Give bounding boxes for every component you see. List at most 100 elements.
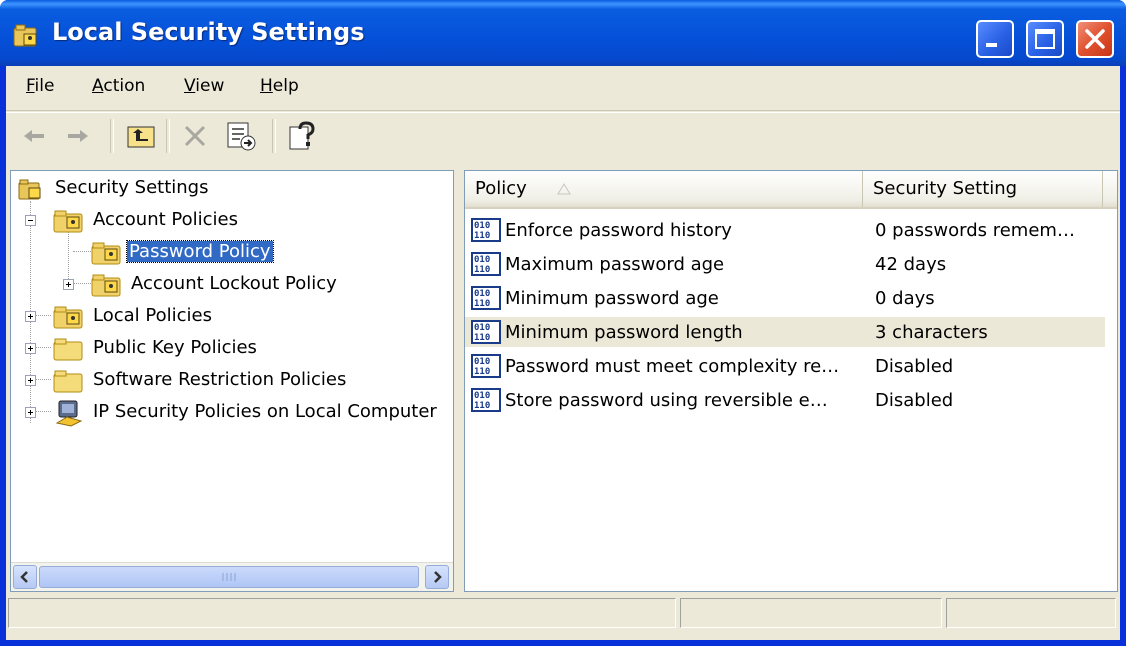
policy-binary-icon: 010110	[471, 354, 501, 378]
tree-item-label: Public Key Policies	[93, 337, 257, 358]
maximize-button[interactable]	[1026, 20, 1064, 58]
list-item[interactable]: 010 110 Minimum password length 3 charact…	[465, 317, 1105, 347]
policy-binary-icon: 010110	[471, 388, 501, 412]
details-pane[interactable]: Policy Security Setting 010 110 Enforce p…	[464, 170, 1118, 592]
svg-text:010: 010	[474, 255, 490, 265]
tree-item-label: Password Policy	[126, 240, 274, 263]
policy-setting: 0 days	[875, 288, 935, 309]
scroll-right-button[interactable]	[425, 565, 449, 589]
security-settings-icon	[13, 24, 37, 47]
tree-root-label: Security Settings	[55, 177, 209, 198]
toolbar-separator	[166, 119, 170, 153]
app-window: Local Security Settings File Action View…	[0, 0, 1126, 646]
policy-setting: 0 passwords remem…	[875, 220, 1075, 241]
window-title: Local Security Settings	[52, 18, 365, 46]
back-arrow-icon[interactable]	[18, 119, 52, 153]
tree-item-password-policy[interactable]: Password Policy	[11, 239, 431, 267]
toolbar-separator	[110, 119, 114, 153]
expand-toggle[interactable]	[25, 375, 36, 386]
list-item[interactable]: 010 110 Enforce password history 0 passwo…	[465, 215, 1105, 245]
up-folder-icon[interactable]	[124, 119, 158, 153]
folder-icon	[53, 370, 83, 393]
policy-setting: 42 days	[875, 254, 947, 275]
svg-text:110: 110	[474, 367, 490, 377]
policy-name: Password must meet complexity re…	[505, 356, 840, 377]
tree-item-label: IP Security Policies on Local Computer	[93, 401, 437, 422]
grip-icon	[222, 573, 236, 581]
policy-name: Store password using reversible e…	[505, 390, 828, 411]
locked-folder-icon	[53, 210, 83, 233]
svg-text:110: 110	[474, 333, 490, 343]
menu-file[interactable]: File	[26, 76, 54, 96]
toolbar-separator	[272, 119, 276, 153]
locked-folder-icon	[91, 274, 121, 297]
status-panel	[680, 598, 942, 628]
tree-item-label: Account Policies	[93, 209, 238, 230]
list-header: Policy Security Setting	[465, 171, 1117, 209]
tree-item-account-policies[interactable]: Account Policies	[11, 207, 431, 235]
list-item[interactable]: 010 110 Store password using reversible e…	[465, 385, 1105, 415]
list-item[interactable]: 010 110 Maximum password age 42 days	[465, 249, 1105, 279]
svg-text:010: 010	[474, 323, 490, 333]
menu-bar: File Action View Help	[6, 66, 1120, 111]
arrow-right-icon	[434, 571, 442, 583]
scroll-thumb[interactable]	[39, 566, 419, 588]
folder-icon	[53, 338, 83, 361]
policy-name: Minimum password age	[505, 288, 719, 309]
policy-binary-icon: 010110	[471, 320, 501, 344]
policy-binary-icon: 010110	[471, 218, 501, 242]
svg-text:110: 110	[474, 265, 490, 275]
policy-name: Enforce password history	[505, 220, 732, 241]
expand-toggle[interactable]	[25, 343, 36, 354]
tree-root[interactable]: Security Settings	[11, 175, 431, 203]
ip-security-icon	[55, 400, 83, 427]
export-list-icon[interactable]	[224, 119, 258, 153]
list-item[interactable]: 010 110 Password must meet complexity re……	[465, 351, 1105, 381]
expand-toggle[interactable]	[25, 407, 36, 418]
expand-toggle[interactable]	[63, 279, 74, 290]
close-icon	[1085, 29, 1105, 49]
policy-setting: Disabled	[875, 390, 954, 411]
column-header-policy[interactable]: Policy	[465, 171, 863, 207]
tree-item-label: Local Policies	[93, 305, 212, 326]
scroll-left-button[interactable]	[13, 565, 37, 589]
forward-arrow-icon[interactable]	[60, 119, 94, 153]
locked-folder-icon	[53, 306, 83, 329]
toolbar	[6, 112, 1120, 161]
policy-setting: 3 characters	[875, 322, 988, 343]
tree-item-ip-security-policies[interactable]: IP Security Policies on Local Computer	[11, 399, 451, 427]
tree-item-label: Software Restriction Policies	[93, 369, 347, 390]
tree-item-local-policies[interactable]: Local Policies	[11, 303, 431, 331]
status-bar	[6, 592, 1120, 632]
tree-pane[interactable]: Security Settings Account Policies Passw…	[10, 170, 454, 592]
status-panel	[946, 598, 1116, 628]
client-area: File Action View Help Security Settings …	[6, 66, 1120, 640]
collapse-toggle[interactable]	[25, 215, 36, 226]
menu-action[interactable]: Action	[92, 76, 145, 96]
title-bar[interactable]: Local Security Settings	[0, 0, 1126, 66]
help-icon[interactable]	[286, 119, 320, 153]
sort-ascending-icon	[557, 183, 571, 195]
svg-text:110: 110	[474, 401, 490, 411]
menu-view[interactable]: View	[184, 76, 224, 96]
policy-name: Minimum password length	[505, 322, 743, 343]
svg-text:010: 010	[474, 357, 490, 367]
delete-x-icon[interactable]	[178, 119, 212, 153]
column-header-label: Policy	[475, 178, 527, 199]
list-item[interactable]: 010 110 Minimum password age 0 days	[465, 283, 1105, 313]
expand-toggle[interactable]	[25, 311, 36, 322]
tree-item-public-key-policies[interactable]: Public Key Policies	[11, 335, 431, 363]
svg-text:110: 110	[474, 299, 490, 309]
close-button[interactable]	[1076, 20, 1114, 58]
tree-item-account-lockout-policy[interactable]: Account Lockout Policy	[11, 271, 431, 299]
horizontal-scrollbar[interactable]	[11, 562, 453, 591]
column-header-security-setting[interactable]: Security Setting	[863, 171, 1103, 207]
arrow-left-icon	[20, 571, 28, 583]
tree-item-software-restriction-policies[interactable]: Software Restriction Policies	[11, 367, 431, 395]
policy-binary-icon: 010110	[471, 252, 501, 276]
svg-text:010: 010	[474, 391, 490, 401]
menu-help[interactable]: Help	[260, 76, 299, 96]
policy-name: Maximum password age	[505, 254, 725, 275]
minimize-icon	[986, 43, 997, 47]
minimize-button[interactable]	[976, 20, 1014, 58]
